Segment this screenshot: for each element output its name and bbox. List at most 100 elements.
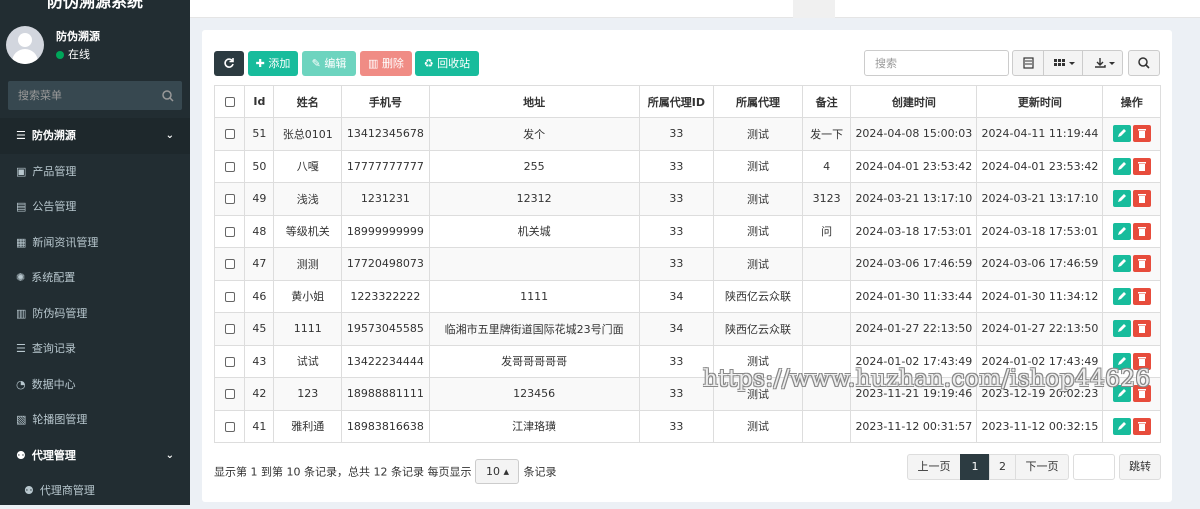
column-header[interactable]: 所属代理ID <box>638 85 715 118</box>
trash-icon <box>1137 226 1146 236</box>
table-cell: 2024-04-08 15:00:03 <box>850 117 978 151</box>
row-checkbox[interactable] <box>224 291 235 302</box>
delete-button[interactable]: ▥ 删除 <box>360 51 412 76</box>
row-checkbox[interactable] <box>224 356 235 367</box>
sidebar-item-10[interactable]: ⚉ 代理商管理 <box>0 473 190 509</box>
row-delete-button[interactable] <box>1132 125 1151 143</box>
recycle-button[interactable]: ♻ 回收站 <box>415 51 479 76</box>
next-page-button[interactable]: 下一页 <box>1015 454 1069 480</box>
row-edit-button[interactable] <box>1112 287 1131 305</box>
table-cell: 陕西亿云众联 <box>713 312 803 346</box>
sidebar-item-4[interactable]: ✺ 系统配置 <box>0 260 190 296</box>
table-cell: 2024-03-06 17:46:59 <box>850 247 978 281</box>
sidebar-item-3[interactable]: ▦ 新闻资讯管理 <box>0 225 190 261</box>
row-checkbox[interactable] <box>224 194 235 205</box>
page-size-select[interactable]: 10 ▴ <box>475 459 520 484</box>
chevron-down-icon: ⌄ <box>165 130 174 141</box>
pagination-info-prefix: 显示第 1 到第 10 条记录，总共 12 条记录 每页显示 <box>214 465 472 479</box>
table-cell: 问 <box>801 214 852 248</box>
table-cell: 49 <box>244 182 275 216</box>
trash-icon <box>1137 161 1146 171</box>
column-header[interactable]: 姓名 <box>273 85 343 118</box>
row-edit-button[interactable] <box>1112 255 1131 273</box>
table-cell: 17720498073 <box>341 247 430 281</box>
row-delete-button[interactable] <box>1132 222 1151 240</box>
row-actions <box>1102 117 1161 151</box>
add-button[interactable]: ✚ 添加 <box>248 51 298 76</box>
row-checkbox[interactable] <box>224 161 235 172</box>
dashboard-icon: ◔ <box>16 377 26 391</box>
brand-title: 防伪溯源系统 <box>0 0 190 11</box>
column-header[interactable]: 所属代理 <box>713 85 803 118</box>
column-header[interactable]: 创建时间 <box>850 85 978 118</box>
column-header[interactable]: Id <box>244 85 275 118</box>
jump-button[interactable]: 跳转 <box>1119 454 1161 480</box>
column-header[interactable]: 更新时间 <box>976 85 1104 118</box>
page-2-button[interactable]: 2 <box>989 454 1016 480</box>
table-search-input[interactable] <box>864 50 1009 76</box>
table-cell: 46 <box>244 279 275 313</box>
row-checkbox[interactable] <box>224 129 235 140</box>
row-checkbox[interactable] <box>224 324 235 335</box>
edit-button[interactable]: ✎ 编辑 <box>302 51 356 76</box>
columns-button[interactable] <box>1043 50 1083 76</box>
row-checkbox[interactable] <box>224 389 235 400</box>
export-button[interactable] <box>1082 50 1123 76</box>
caret-up-icon: ▴ <box>503 465 509 478</box>
sidebar-item-label: 查询记录 <box>31 342 76 355</box>
row-edit-button[interactable] <box>1112 125 1131 143</box>
page-1-button[interactable]: 1 <box>960 454 990 480</box>
add-button-label: 添加 <box>268 57 291 70</box>
sidebar-item-7[interactable]: ◔ 数据中心 <box>0 367 190 403</box>
sidebar-item-6[interactable]: ☰ 查询记录 <box>0 331 190 367</box>
row-delete-button[interactable] <box>1132 287 1151 305</box>
row-delete-button[interactable] <box>1132 157 1151 175</box>
jump-page-input[interactable] <box>1073 454 1115 480</box>
active-tab[interactable] <box>793 0 835 18</box>
image-icon: ▧ <box>16 413 27 426</box>
pencil-icon <box>1117 259 1126 268</box>
row-edit-button[interactable] <box>1112 157 1131 175</box>
row-edit-button[interactable] <box>1112 417 1131 435</box>
row-delete-button[interactable] <box>1132 417 1151 435</box>
users-icon: ⚉ <box>24 484 34 497</box>
row-edit-button[interactable] <box>1112 222 1131 240</box>
chevron-down-icon: ⌄ <box>165 449 174 461</box>
row-delete-button[interactable] <box>1132 255 1151 273</box>
prev-page-button[interactable]: 上一页 <box>907 454 961 480</box>
sidebar-item-5[interactable]: ▥ 防伪码管理 <box>0 296 190 332</box>
sidebar-item-8[interactable]: ▧ 轮播图管理 <box>0 402 190 438</box>
row-checkbox[interactable] <box>224 259 235 270</box>
trash-icon <box>1137 259 1146 269</box>
table-cell <box>801 247 852 281</box>
row-delete-button[interactable] <box>1132 320 1151 338</box>
column-header[interactable]: 手机号 <box>341 85 430 118</box>
table-cell: 33 <box>638 117 715 151</box>
menu-search-input[interactable] <box>8 81 153 110</box>
table-cell: 2024-01-30 11:34:12 <box>976 279 1104 313</box>
refresh-button[interactable] <box>214 51 244 76</box>
search-icon[interactable] <box>153 81 182 110</box>
column-header[interactable]: 地址 <box>428 85 640 118</box>
sidebar-item-1[interactable]: ▣ 产品管理 <box>0 154 190 190</box>
column-header[interactable]: 操作 <box>1102 85 1161 118</box>
row-delete-button[interactable] <box>1132 190 1151 208</box>
trash-icon <box>1137 194 1146 204</box>
columns-icon <box>1054 59 1075 66</box>
sidebar-item-2[interactable]: ▤ 公告管理 <box>0 189 190 225</box>
row-checkbox[interactable] <box>224 226 235 237</box>
select-all-checkbox[interactable] <box>224 97 235 107</box>
row-select-cell <box>213 117 246 151</box>
row-edit-button[interactable] <box>1112 320 1131 338</box>
sidebar-item-0[interactable]: ☰ 防伪溯源 ⌄ <box>0 118 190 154</box>
shopping-bag-icon: ▣ <box>16 164 27 178</box>
row-edit-button[interactable] <box>1112 190 1131 208</box>
toggle-view-button[interactable] <box>1012 50 1044 76</box>
table-cell: 123 <box>273 377 343 411</box>
column-header[interactable]: 备注 <box>801 85 852 118</box>
sidebar-item-9[interactable]: ⚉ 代理管理 ⌄ <box>0 437 190 473</box>
trash-icon <box>1137 129 1146 139</box>
row-checkbox[interactable] <box>224 421 235 432</box>
table-row: 51 张总0101 13412345678 发个 33 测试 发一下 2024-04-08 1… <box>213 117 1161 151</box>
advanced-search-button[interactable] <box>1128 50 1160 76</box>
